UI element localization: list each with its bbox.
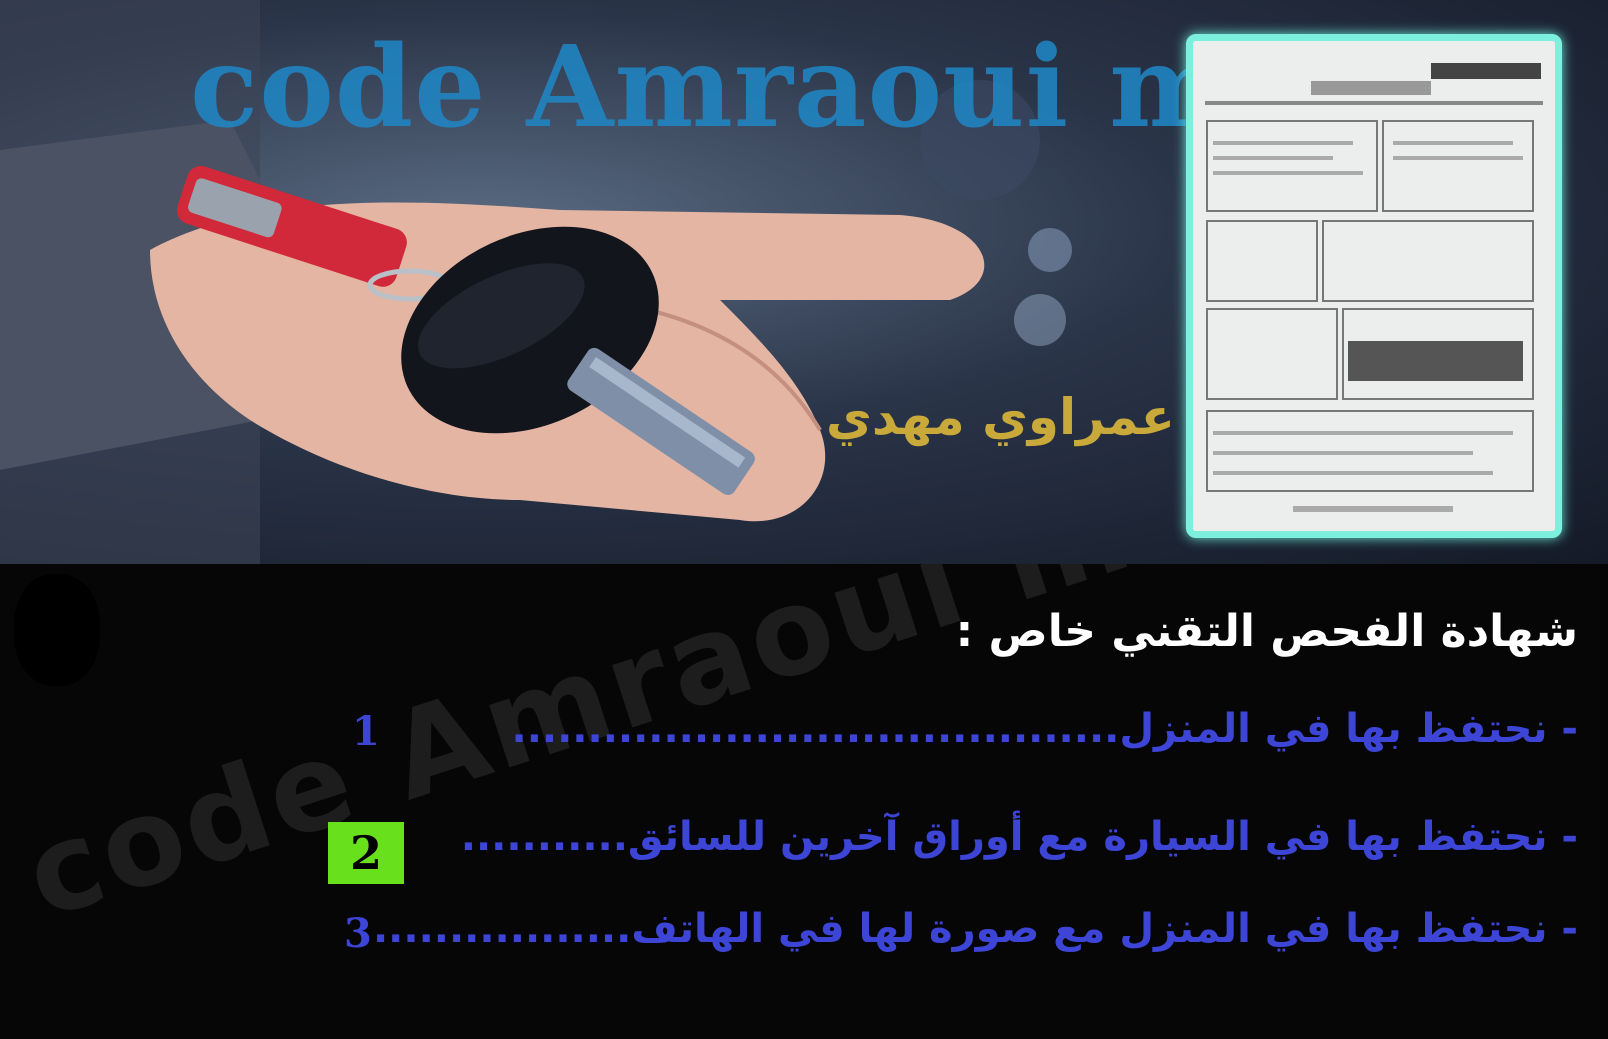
car-key-photo: code Amraoui mehdi كود عمراوي مهدي bbox=[0, 0, 1608, 564]
answer-option-1[interactable]: - نحتفظ بها في المنزل...................… bbox=[512, 706, 1578, 752]
answer-leader-dots: ........... bbox=[460, 814, 628, 860]
answer-option-text: - نحتفظ بها في السيارة مع أوراق آخرين لل… bbox=[627, 814, 1578, 860]
answer-number-1: 1 bbox=[352, 708, 380, 755]
answer-option-2[interactable]: - نحتفظ بها في السيارة مع أوراق آخرين لل… bbox=[461, 814, 1578, 860]
answer-number-3: 3 bbox=[344, 910, 372, 957]
correct-answer-badge: 2 bbox=[328, 822, 404, 884]
technical-inspection-document-image bbox=[1186, 34, 1562, 538]
answer-option-text: - نحتفظ بها في المنزل bbox=[1119, 706, 1578, 752]
answer-leader-dots: ........................................ bbox=[511, 706, 1120, 752]
dark-shape bbox=[14, 574, 100, 686]
answer-option-text: - نحتفظ بها في المنزل مع صورة لها في اله… bbox=[631, 906, 1578, 952]
answer-option-3[interactable]: - نحتفظ بها في المنزل مع صورة لها في اله… bbox=[373, 906, 1578, 952]
question-panel: code Amraoui mehdi شهادة الفحص التقني خا… bbox=[0, 564, 1608, 1039]
answer-leader-dots: ................. bbox=[372, 906, 632, 952]
question-title: شهادة الفحص التقني خاص : bbox=[955, 606, 1578, 657]
